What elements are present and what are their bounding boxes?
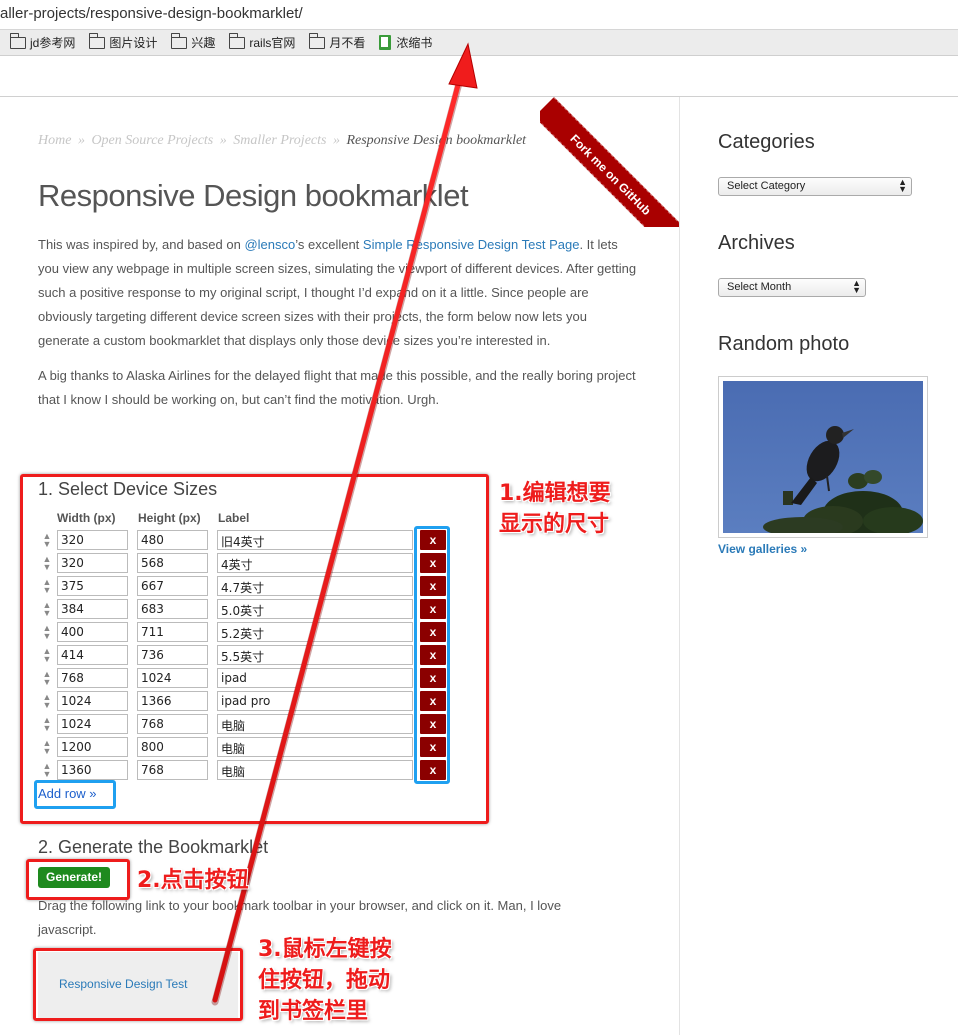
breadcrumb-separator: » <box>219 133 227 148</box>
archives-title: Archives <box>718 232 795 254</box>
generate-heading: 2. Generate the Bookmarklet <box>38 837 269 857</box>
sidebar-divider <box>679 97 680 1035</box>
breadcrumb-home[interactable]: Home <box>38 133 71 148</box>
annotation-step1: 1.编辑想要 显示的尺寸 <box>499 478 611 540</box>
bookmark-folder-design[interactable]: 图片设计 <box>88 32 158 51</box>
random-photo[interactable] <box>718 376 928 538</box>
bookmark-folder-interest[interactable]: 兴趣 <box>170 32 216 51</box>
page-stage: { "browser": { "url": "aller-projects/re… <box>0 0 958 1035</box>
breadcrumb-separator: » <box>332 133 340 148</box>
blank-toolbar <box>0 57 958 97</box>
annotation-step1-line1: 1.编辑想要 <box>499 481 611 506</box>
bookmarks-bar: jd参考网 图片设计 兴趣 rails官网 月不看 浓缩书 <box>0 30 958 56</box>
github-ribbon[interactable]: Fork me on GitHub <box>540 97 680 227</box>
address-bar[interactable]: aller-projects/responsive-design-bookmar… <box>0 0 958 30</box>
thanks-paragraph: A big thanks to Alaska Airlines for the … <box>38 368 636 407</box>
annotation-box-generate <box>26 859 130 900</box>
bird-photo-image <box>723 381 923 537</box>
breadcrumb-smaller-projects[interactable]: Smaller Projects <box>233 133 326 148</box>
folder-icon <box>170 32 188 49</box>
annotation-step2: 2.点击按钮 <box>137 868 249 893</box>
intro-text: This was inspired by, and based on <box>38 237 245 252</box>
breadcrumb-current: Responsive Design bookmarklet <box>346 133 527 148</box>
annotation-box-add-row <box>34 780 116 809</box>
bookmark-folder-rails[interactable]: rails官网 <box>228 32 296 51</box>
bookmark-condensed-books[interactable]: 浓缩书 <box>379 34 432 51</box>
breadcrumb-separator: » <box>77 133 85 148</box>
bookmark-folder-jd[interactable]: jd参考网 <box>9 32 76 51</box>
bookmark-label: 月不看 <box>329 36 366 50</box>
annotation-step3-line1: 3.鼠标左键按 <box>258 937 392 962</box>
folder-icon <box>88 32 106 49</box>
intro-text: ’s excellent <box>295 237 363 252</box>
simple-responsive-link[interactable]: Simple Responsive Design Test Page <box>363 237 580 252</box>
folder-icon <box>9 32 26 49</box>
intro-text: . It lets you view any webpage in multip… <box>38 237 637 348</box>
bookmark-label: 兴趣 <box>191 36 216 50</box>
category-select[interactable]: Select Category ▲ ▼ <box>718 177 912 196</box>
annotation-step3: 3.鼠标左键按 住按钮，拖动 到书签栏里 <box>258 934 392 1027</box>
breadcrumb: Home » Open Source Projects » Smaller Pr… <box>38 133 529 149</box>
bookmark-label: 图片设计 <box>109 36 158 50</box>
lensco-link[interactable]: @lensco <box>244 237 295 252</box>
select-arrows-icon: ▲ ▼ <box>852 278 861 295</box>
url-text: aller-projects/responsive-design-bookmar… <box>0 5 303 22</box>
annotation-step3-line3: 到书签栏里 <box>258 999 369 1024</box>
categories-title: Categories <box>718 131 815 153</box>
random-photo-title: Random photo <box>718 333 850 355</box>
ribbon-label: Fork me on GitHub <box>540 97 680 227</box>
view-galleries-link[interactable]: View galleries » <box>718 542 807 556</box>
category-select-value: Select Category <box>727 180 806 192</box>
breadcrumb-open-source[interactable]: Open Source Projects <box>91 133 213 148</box>
annotation-step3-line2: 住按钮，拖动 <box>258 968 391 993</box>
page-title: Responsive Design bookmarklet <box>38 178 469 213</box>
bookmark-label: jd参考网 <box>30 36 76 50</box>
bookmark-label: rails官网 <box>249 36 296 50</box>
month-select[interactable]: Select Month ▲ ▼ <box>718 278 866 297</box>
select-arrows-icon: ▲ ▼ <box>898 177 907 194</box>
annotation-box-bookmarklet <box>33 948 243 1021</box>
folder-icon <box>228 32 246 49</box>
bookmark-folder-monthly[interactable]: 月不看 <box>308 32 366 51</box>
annotation-step1-line2: 显示的尺寸 <box>499 512 610 537</box>
intro-paragraph: This was inspired by, and based on @lens… <box>38 233 638 353</box>
annotation-box-delete-column <box>414 526 450 784</box>
book-icon <box>379 35 392 50</box>
bookmark-label: 浓缩书 <box>396 36 433 50</box>
folder-icon <box>308 32 326 49</box>
month-select-value: Select Month <box>727 281 792 293</box>
